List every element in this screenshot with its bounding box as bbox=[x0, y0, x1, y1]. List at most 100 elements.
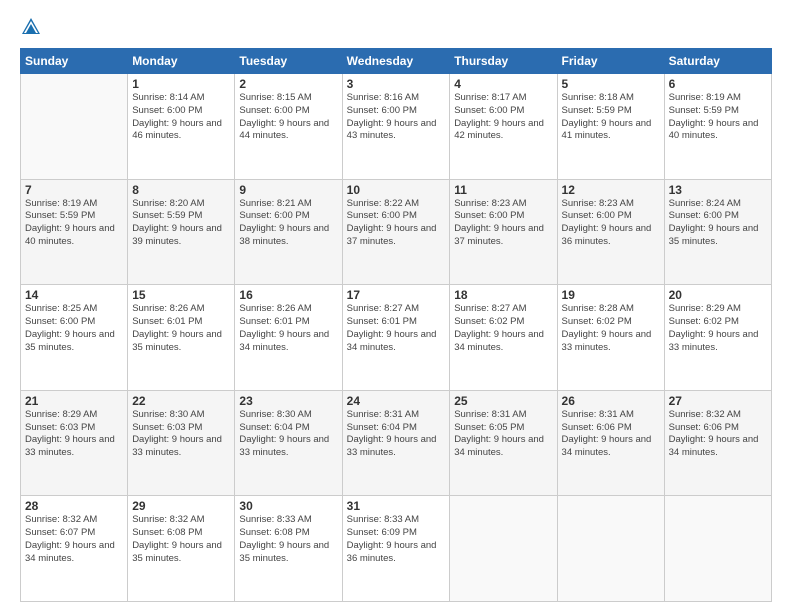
calendar-cell: 20Sunrise: 8:29 AMSunset: 6:02 PMDayligh… bbox=[664, 285, 771, 391]
day-info: Sunrise: 8:28 AMSunset: 6:02 PMDaylight:… bbox=[562, 303, 660, 354]
calendar-cell: 7Sunrise: 8:19 AMSunset: 5:59 PMDaylight… bbox=[21, 179, 128, 285]
calendar-cell: 3Sunrise: 8:16 AMSunset: 6:00 PMDaylight… bbox=[342, 74, 450, 180]
day-number: 9 bbox=[239, 183, 337, 197]
calendar-cell: 12Sunrise: 8:23 AMSunset: 6:00 PMDayligh… bbox=[557, 179, 664, 285]
day-info: Sunrise: 8:19 AMSunset: 5:59 PMDaylight:… bbox=[669, 92, 767, 143]
day-number: 29 bbox=[132, 499, 230, 513]
day-number: 10 bbox=[347, 183, 446, 197]
day-info: Sunrise: 8:31 AMSunset: 6:05 PMDaylight:… bbox=[454, 409, 552, 460]
day-number: 16 bbox=[239, 288, 337, 302]
day-info: Sunrise: 8:27 AMSunset: 6:01 PMDaylight:… bbox=[347, 303, 446, 354]
calendar-week-row: 1Sunrise: 8:14 AMSunset: 6:00 PMDaylight… bbox=[21, 74, 772, 180]
calendar-cell: 17Sunrise: 8:27 AMSunset: 6:01 PMDayligh… bbox=[342, 285, 450, 391]
day-number: 13 bbox=[669, 183, 767, 197]
day-number: 12 bbox=[562, 183, 660, 197]
calendar-cell: 29Sunrise: 8:32 AMSunset: 6:08 PMDayligh… bbox=[128, 496, 235, 602]
calendar-cell: 9Sunrise: 8:21 AMSunset: 6:00 PMDaylight… bbox=[235, 179, 342, 285]
calendar-cell: 10Sunrise: 8:22 AMSunset: 6:00 PMDayligh… bbox=[342, 179, 450, 285]
calendar-cell bbox=[450, 496, 557, 602]
calendar-cell: 18Sunrise: 8:27 AMSunset: 6:02 PMDayligh… bbox=[450, 285, 557, 391]
calendar-cell: 6Sunrise: 8:19 AMSunset: 5:59 PMDaylight… bbox=[664, 74, 771, 180]
calendar-cell: 4Sunrise: 8:17 AMSunset: 6:00 PMDaylight… bbox=[450, 74, 557, 180]
day-number: 25 bbox=[454, 394, 552, 408]
day-info: Sunrise: 8:31 AMSunset: 6:06 PMDaylight:… bbox=[562, 409, 660, 460]
day-number: 27 bbox=[669, 394, 767, 408]
day-number: 4 bbox=[454, 77, 552, 91]
day-info: Sunrise: 8:32 AMSunset: 6:06 PMDaylight:… bbox=[669, 409, 767, 460]
day-number: 24 bbox=[347, 394, 446, 408]
day-info: Sunrise: 8:17 AMSunset: 6:00 PMDaylight:… bbox=[454, 92, 552, 143]
day-info: Sunrise: 8:29 AMSunset: 6:03 PMDaylight:… bbox=[25, 409, 123, 460]
calendar-cell: 13Sunrise: 8:24 AMSunset: 6:00 PMDayligh… bbox=[664, 179, 771, 285]
day-info: Sunrise: 8:32 AMSunset: 6:07 PMDaylight:… bbox=[25, 514, 123, 565]
logo bbox=[20, 18, 44, 38]
day-info: Sunrise: 8:14 AMSunset: 6:00 PMDaylight:… bbox=[132, 92, 230, 143]
day-number: 22 bbox=[132, 394, 230, 408]
day-number: 21 bbox=[25, 394, 123, 408]
day-info: Sunrise: 8:32 AMSunset: 6:08 PMDaylight:… bbox=[132, 514, 230, 565]
day-number: 8 bbox=[132, 183, 230, 197]
calendar-cell: 1Sunrise: 8:14 AMSunset: 6:00 PMDaylight… bbox=[128, 74, 235, 180]
day-number: 31 bbox=[347, 499, 446, 513]
header-saturday: Saturday bbox=[664, 49, 771, 74]
calendar-cell: 23Sunrise: 8:30 AMSunset: 6:04 PMDayligh… bbox=[235, 390, 342, 496]
day-info: Sunrise: 8:23 AMSunset: 6:00 PMDaylight:… bbox=[562, 198, 660, 249]
day-number: 6 bbox=[669, 77, 767, 91]
calendar-cell bbox=[21, 74, 128, 180]
calendar-cell: 25Sunrise: 8:31 AMSunset: 6:05 PMDayligh… bbox=[450, 390, 557, 496]
day-number: 2 bbox=[239, 77, 337, 91]
day-info: Sunrise: 8:22 AMSunset: 6:00 PMDaylight:… bbox=[347, 198, 446, 249]
header-thursday: Thursday bbox=[450, 49, 557, 74]
day-number: 18 bbox=[454, 288, 552, 302]
calendar-cell: 31Sunrise: 8:33 AMSunset: 6:09 PMDayligh… bbox=[342, 496, 450, 602]
day-info: Sunrise: 8:27 AMSunset: 6:02 PMDaylight:… bbox=[454, 303, 552, 354]
day-number: 5 bbox=[562, 77, 660, 91]
header bbox=[20, 18, 772, 38]
calendar-cell: 21Sunrise: 8:29 AMSunset: 6:03 PMDayligh… bbox=[21, 390, 128, 496]
day-info: Sunrise: 8:30 AMSunset: 6:04 PMDaylight:… bbox=[239, 409, 337, 460]
header-sunday: Sunday bbox=[21, 49, 128, 74]
calendar-cell bbox=[664, 496, 771, 602]
calendar-week-row: 28Sunrise: 8:32 AMSunset: 6:07 PMDayligh… bbox=[21, 496, 772, 602]
day-info: Sunrise: 8:30 AMSunset: 6:03 PMDaylight:… bbox=[132, 409, 230, 460]
calendar-cell: 2Sunrise: 8:15 AMSunset: 6:00 PMDaylight… bbox=[235, 74, 342, 180]
day-info: Sunrise: 8:18 AMSunset: 5:59 PMDaylight:… bbox=[562, 92, 660, 143]
day-info: Sunrise: 8:24 AMSunset: 6:00 PMDaylight:… bbox=[669, 198, 767, 249]
day-number: 19 bbox=[562, 288, 660, 302]
day-number: 30 bbox=[239, 499, 337, 513]
day-number: 11 bbox=[454, 183, 552, 197]
day-number: 17 bbox=[347, 288, 446, 302]
day-info: Sunrise: 8:26 AMSunset: 6:01 PMDaylight:… bbox=[239, 303, 337, 354]
day-info: Sunrise: 8:31 AMSunset: 6:04 PMDaylight:… bbox=[347, 409, 446, 460]
day-number: 1 bbox=[132, 77, 230, 91]
calendar-week-row: 7Sunrise: 8:19 AMSunset: 5:59 PMDaylight… bbox=[21, 179, 772, 285]
day-info: Sunrise: 8:29 AMSunset: 6:02 PMDaylight:… bbox=[669, 303, 767, 354]
day-info: Sunrise: 8:25 AMSunset: 6:00 PMDaylight:… bbox=[25, 303, 123, 354]
day-number: 3 bbox=[347, 77, 446, 91]
day-info: Sunrise: 8:23 AMSunset: 6:00 PMDaylight:… bbox=[454, 198, 552, 249]
calendar-week-row: 14Sunrise: 8:25 AMSunset: 6:00 PMDayligh… bbox=[21, 285, 772, 391]
calendar-cell: 22Sunrise: 8:30 AMSunset: 6:03 PMDayligh… bbox=[128, 390, 235, 496]
logo-icon bbox=[20, 16, 42, 38]
calendar-cell: 8Sunrise: 8:20 AMSunset: 5:59 PMDaylight… bbox=[128, 179, 235, 285]
calendar-cell: 27Sunrise: 8:32 AMSunset: 6:06 PMDayligh… bbox=[664, 390, 771, 496]
calendar-table: Sunday Monday Tuesday Wednesday Thursday… bbox=[20, 48, 772, 602]
header-tuesday: Tuesday bbox=[235, 49, 342, 74]
calendar-cell: 30Sunrise: 8:33 AMSunset: 6:08 PMDayligh… bbox=[235, 496, 342, 602]
day-info: Sunrise: 8:15 AMSunset: 6:00 PMDaylight:… bbox=[239, 92, 337, 143]
calendar-cell bbox=[557, 496, 664, 602]
day-info: Sunrise: 8:26 AMSunset: 6:01 PMDaylight:… bbox=[132, 303, 230, 354]
calendar-cell: 11Sunrise: 8:23 AMSunset: 6:00 PMDayligh… bbox=[450, 179, 557, 285]
day-info: Sunrise: 8:19 AMSunset: 5:59 PMDaylight:… bbox=[25, 198, 123, 249]
header-monday: Monday bbox=[128, 49, 235, 74]
weekday-header-row: Sunday Monday Tuesday Wednesday Thursday… bbox=[21, 49, 772, 74]
calendar-cell: 26Sunrise: 8:31 AMSunset: 6:06 PMDayligh… bbox=[557, 390, 664, 496]
header-friday: Friday bbox=[557, 49, 664, 74]
header-wednesday: Wednesday bbox=[342, 49, 450, 74]
day-number: 20 bbox=[669, 288, 767, 302]
page: Sunday Monday Tuesday Wednesday Thursday… bbox=[0, 0, 792, 612]
calendar-cell: 5Sunrise: 8:18 AMSunset: 5:59 PMDaylight… bbox=[557, 74, 664, 180]
day-info: Sunrise: 8:33 AMSunset: 6:09 PMDaylight:… bbox=[347, 514, 446, 565]
day-info: Sunrise: 8:21 AMSunset: 6:00 PMDaylight:… bbox=[239, 198, 337, 249]
calendar-cell: 16Sunrise: 8:26 AMSunset: 6:01 PMDayligh… bbox=[235, 285, 342, 391]
